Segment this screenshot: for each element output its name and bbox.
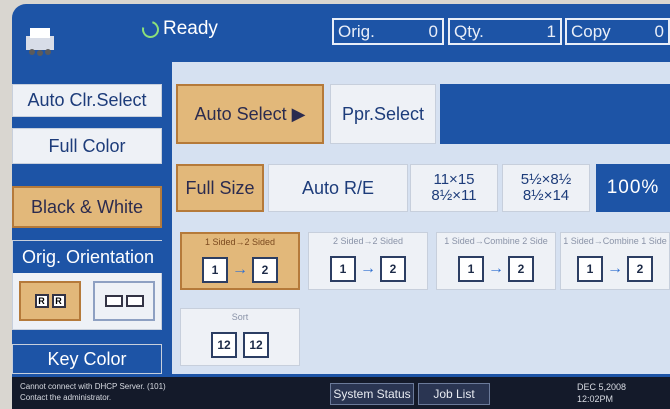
auto-color-select-button[interactable]: Auto Clr.Select xyxy=(12,84,162,117)
preset-2-top: 5½×8½ xyxy=(520,171,572,188)
preset-2-bottom: 8½×14 xyxy=(522,187,570,204)
system-message-bar: Cannot connect with DHCP Server. (101) C… xyxy=(12,377,670,409)
preset-ratio-1-button[interactable]: 11×15 8½×11 xyxy=(410,164,498,212)
page-2-icon: 2 xyxy=(380,256,406,282)
sort-caption: Sort xyxy=(231,312,249,322)
duplex-caption: 1 Sided→Combine 1 Side xyxy=(563,236,667,246)
original-orientation-panel: Orig. Orientation R R xyxy=(12,240,163,330)
duplex-2-to-2-button[interactable]: 2 Sided→2 Sided 1 → 2 xyxy=(308,232,428,290)
duplex-caption: 1 Sided→2 Sided xyxy=(204,237,276,247)
sort-set-icon: 12 xyxy=(243,332,269,358)
full-color-button[interactable]: Full Color xyxy=(12,128,162,164)
orientation-portrait-button[interactable]: R R xyxy=(19,281,81,321)
job-list-button[interactable]: Job List xyxy=(418,383,490,405)
paper-select-button[interactable]: Ppr.Select xyxy=(330,84,436,144)
arrow-right-icon: → xyxy=(232,261,248,278)
page-1-icon: 1 xyxy=(202,257,228,283)
system-status-button[interactable]: System Status xyxy=(330,383,414,405)
preset-1-top: 11×15 xyxy=(433,171,475,188)
page-1-icon: 1 xyxy=(577,256,603,282)
orig-value: 0 xyxy=(428,21,438,41)
duplex-1-to-2-button[interactable]: 1 Sided→2 Sided 1 → 2 xyxy=(180,232,300,290)
sort-set-icon: 12 xyxy=(211,332,237,358)
orientation-title: Orig. Orientation xyxy=(13,241,163,273)
time: 12:02PM xyxy=(577,394,614,404)
page-2-icon: 2 xyxy=(508,256,534,282)
orientation-landscape-button[interactable] xyxy=(93,281,155,321)
combine-1-side-button[interactable]: 1 Sided→Combine 1 Side 1 → 2 xyxy=(560,232,670,290)
machine-status: Ready xyxy=(138,17,218,41)
black-and-white-button[interactable]: Black & White xyxy=(12,186,162,228)
page-1-icon: 1 xyxy=(458,256,484,282)
message-line-1: Cannot connect with DHCP Server. (101) xyxy=(20,382,166,391)
landscape-page-icon xyxy=(125,295,144,307)
copy-counter: Copy 0 xyxy=(565,18,670,45)
ready-indicator-icon xyxy=(138,17,163,41)
date-time: DEC 5,2008 12:02PM xyxy=(577,381,626,405)
combine-2-side-button[interactable]: 1 Sided→Combine 2 Side 1 → 2 xyxy=(436,232,556,290)
date: DEC 5,2008 xyxy=(577,382,627,392)
portrait-page-icon: R xyxy=(34,294,49,308)
landscape-page-icon xyxy=(104,295,123,307)
key-color-button[interactable]: Key Color xyxy=(12,344,162,374)
arrow-right-icon: → xyxy=(488,260,504,277)
arrow-right-icon: → xyxy=(607,260,623,277)
sort-button[interactable]: Sort 12 12 xyxy=(180,308,300,366)
orig-label: Orig. xyxy=(338,21,375,41)
reproduction-ratio: 100% xyxy=(596,164,670,212)
portrait-page-icon: R xyxy=(51,294,66,308)
page-1-icon: 1 xyxy=(330,256,356,282)
copy-label: Copy xyxy=(571,21,611,41)
preset-ratio-2-button[interactable]: 5½×8½ 8½×14 xyxy=(502,164,590,212)
auto-select-paper-button[interactable]: Auto Select ▶ xyxy=(176,84,324,144)
duplex-caption: 1 Sided→Combine 2 Side xyxy=(444,236,548,246)
page-2-icon: 2 xyxy=(627,256,653,282)
copy-value: 0 xyxy=(654,21,664,41)
paper-tray-bar xyxy=(440,84,670,144)
preset-1-bottom: 8½×11 xyxy=(431,187,477,204)
qty-value: 1 xyxy=(546,21,556,41)
top-status-bar: Ready Orig. 0 Qty. 1 Copy 0 xyxy=(12,4,670,56)
full-size-button[interactable]: Full Size xyxy=(176,164,264,212)
page-2-icon: 2 xyxy=(252,257,278,283)
arrow-right-icon: → xyxy=(360,260,376,277)
copier-screen: Ready Orig. 0 Qty. 1 Copy 0 Auto Clr.Sel… xyxy=(12,4,670,409)
originals-counter: Orig. 0 xyxy=(332,18,444,45)
system-message: Cannot connect with DHCP Server. (101) C… xyxy=(20,381,166,403)
copier-logo-icon xyxy=(26,28,54,56)
message-line-2: Contact the administrator. xyxy=(20,393,112,402)
quantity-counter: Qty. 1 xyxy=(448,18,562,45)
duplex-caption: 2 Sided→2 Sided xyxy=(332,236,404,246)
auto-reduce-enlarge-button[interactable]: Auto R/E xyxy=(268,164,408,212)
qty-label: Qty. xyxy=(454,21,484,41)
status-text: Ready xyxy=(163,18,218,39)
